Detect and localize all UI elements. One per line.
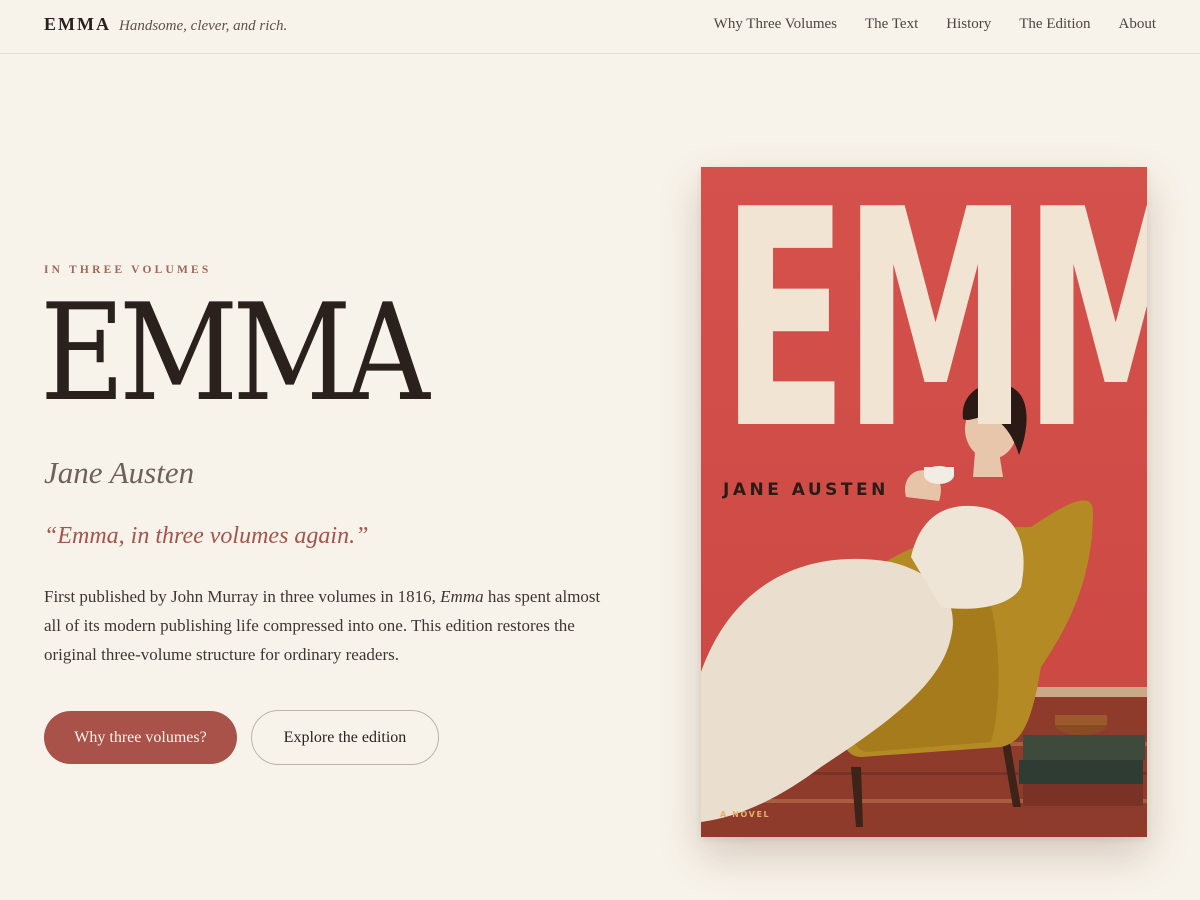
explore-edition-button[interactable]: Explore the edition [251,710,439,765]
cover-footer-label: A NOVEL [720,810,771,819]
cover-title: EMMA [721,167,1147,495]
hero-author: Jane Austen [44,455,195,490]
cover-author: JANE AUSTEN [723,480,889,500]
hero-description-title-italic: Emma [440,587,484,606]
book-cover-image: EMMA JANE AUSTEN A NOVEL [701,167,1147,837]
top-navigation-bar: EMMA Handsome, clever, and rich. Why Thr… [0,0,1200,54]
nav-link-the-edition[interactable]: The Edition [1019,16,1090,33]
main-nav: Why Three Volumes The Text History The E… [714,16,1156,33]
hero-quote: “Emma, in three volumes again.” [44,523,369,549]
nav-link-why-three-volumes[interactable]: Why Three Volumes [714,16,837,33]
hero-description: First published by John Murray in three … [44,582,604,669]
site-tagline: Handsome, clever, and rich. [119,18,288,34]
why-three-volumes-button[interactable]: Why three volumes? [44,711,237,764]
nav-link-about[interactable]: About [1119,16,1157,33]
site-logo[interactable]: EMMA [44,14,111,35]
hero-title: EMMA [40,275,430,431]
hero-description-text-start: First published by John Murray in three … [44,587,441,606]
nav-link-history[interactable]: History [946,16,991,33]
nav-link-the-text[interactable]: The Text [865,16,918,33]
